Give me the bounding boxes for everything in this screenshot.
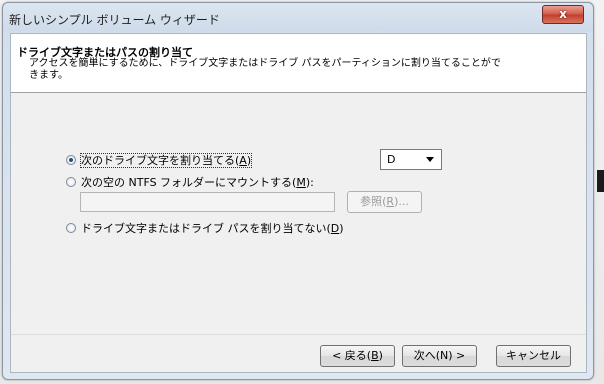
back-button[interactable]: < 戻る(B) bbox=[320, 345, 395, 367]
radio-assign-drive-letter[interactable] bbox=[66, 155, 76, 165]
chevron-down-icon bbox=[426, 157, 434, 162]
footer-divider bbox=[11, 334, 586, 335]
option-mount-folder[interactable]: 次の空の NTFS フォルダーにマウントする(M): bbox=[66, 176, 366, 190]
wizard-window: 新しいシンプル ボリューム ウィザード x ドライブ文字またはパスの割り当て ア… bbox=[2, 2, 594, 380]
title-bar[interactable]: 新しいシンプル ボリューム ウィザード x bbox=[3, 3, 593, 33]
radio-mount-folder[interactable] bbox=[66, 177, 76, 187]
option-no-drive-letter[interactable]: ドライブ文字またはドライブ パスを割り当てない(D) bbox=[66, 222, 366, 236]
option-no-drive-letter-label[interactable]: ドライブ文字またはドライブ パスを割り当てない(D) bbox=[81, 222, 344, 235]
drive-letter-value: D bbox=[387, 153, 396, 166]
mount-path-field[interactable] bbox=[80, 192, 335, 212]
option-mount-folder-label[interactable]: 次の空の NTFS フォルダーにマウントする(M): bbox=[81, 176, 314, 189]
dialog-client-area: ドライブ文字またはパスの割り当て アクセスを簡単にするために、ドライブ文字または… bbox=[10, 33, 587, 373]
next-button[interactable]: 次へ(N) > bbox=[402, 345, 477, 367]
option-assign-drive-letter-label[interactable]: 次のドライブ文字を割り当てる(A) bbox=[79, 153, 253, 168]
close-icon: x bbox=[559, 7, 567, 21]
browse-button[interactable]: 参照(R)... bbox=[347, 191, 422, 213]
background-window-edge bbox=[597, 170, 604, 192]
cancel-button[interactable]: キャンセル bbox=[496, 345, 571, 367]
window-title: 新しいシンプル ボリューム ウィザード bbox=[9, 13, 220, 27]
wizard-header: ドライブ文字またはパスの割り当て アクセスを簡単にするために、ドライブ文字または… bbox=[11, 34, 586, 93]
page-description: アクセスを簡単にするために、ドライブ文字またはドライブ パスをパーティションに割… bbox=[29, 58, 501, 81]
close-button[interactable]: x bbox=[542, 5, 584, 24]
option-assign-drive-letter[interactable]: 次のドライブ文字を割り当てる(A) bbox=[66, 153, 366, 168]
drive-letter-select[interactable]: D bbox=[380, 149, 442, 170]
radio-no-drive-letter[interactable] bbox=[66, 223, 76, 233]
